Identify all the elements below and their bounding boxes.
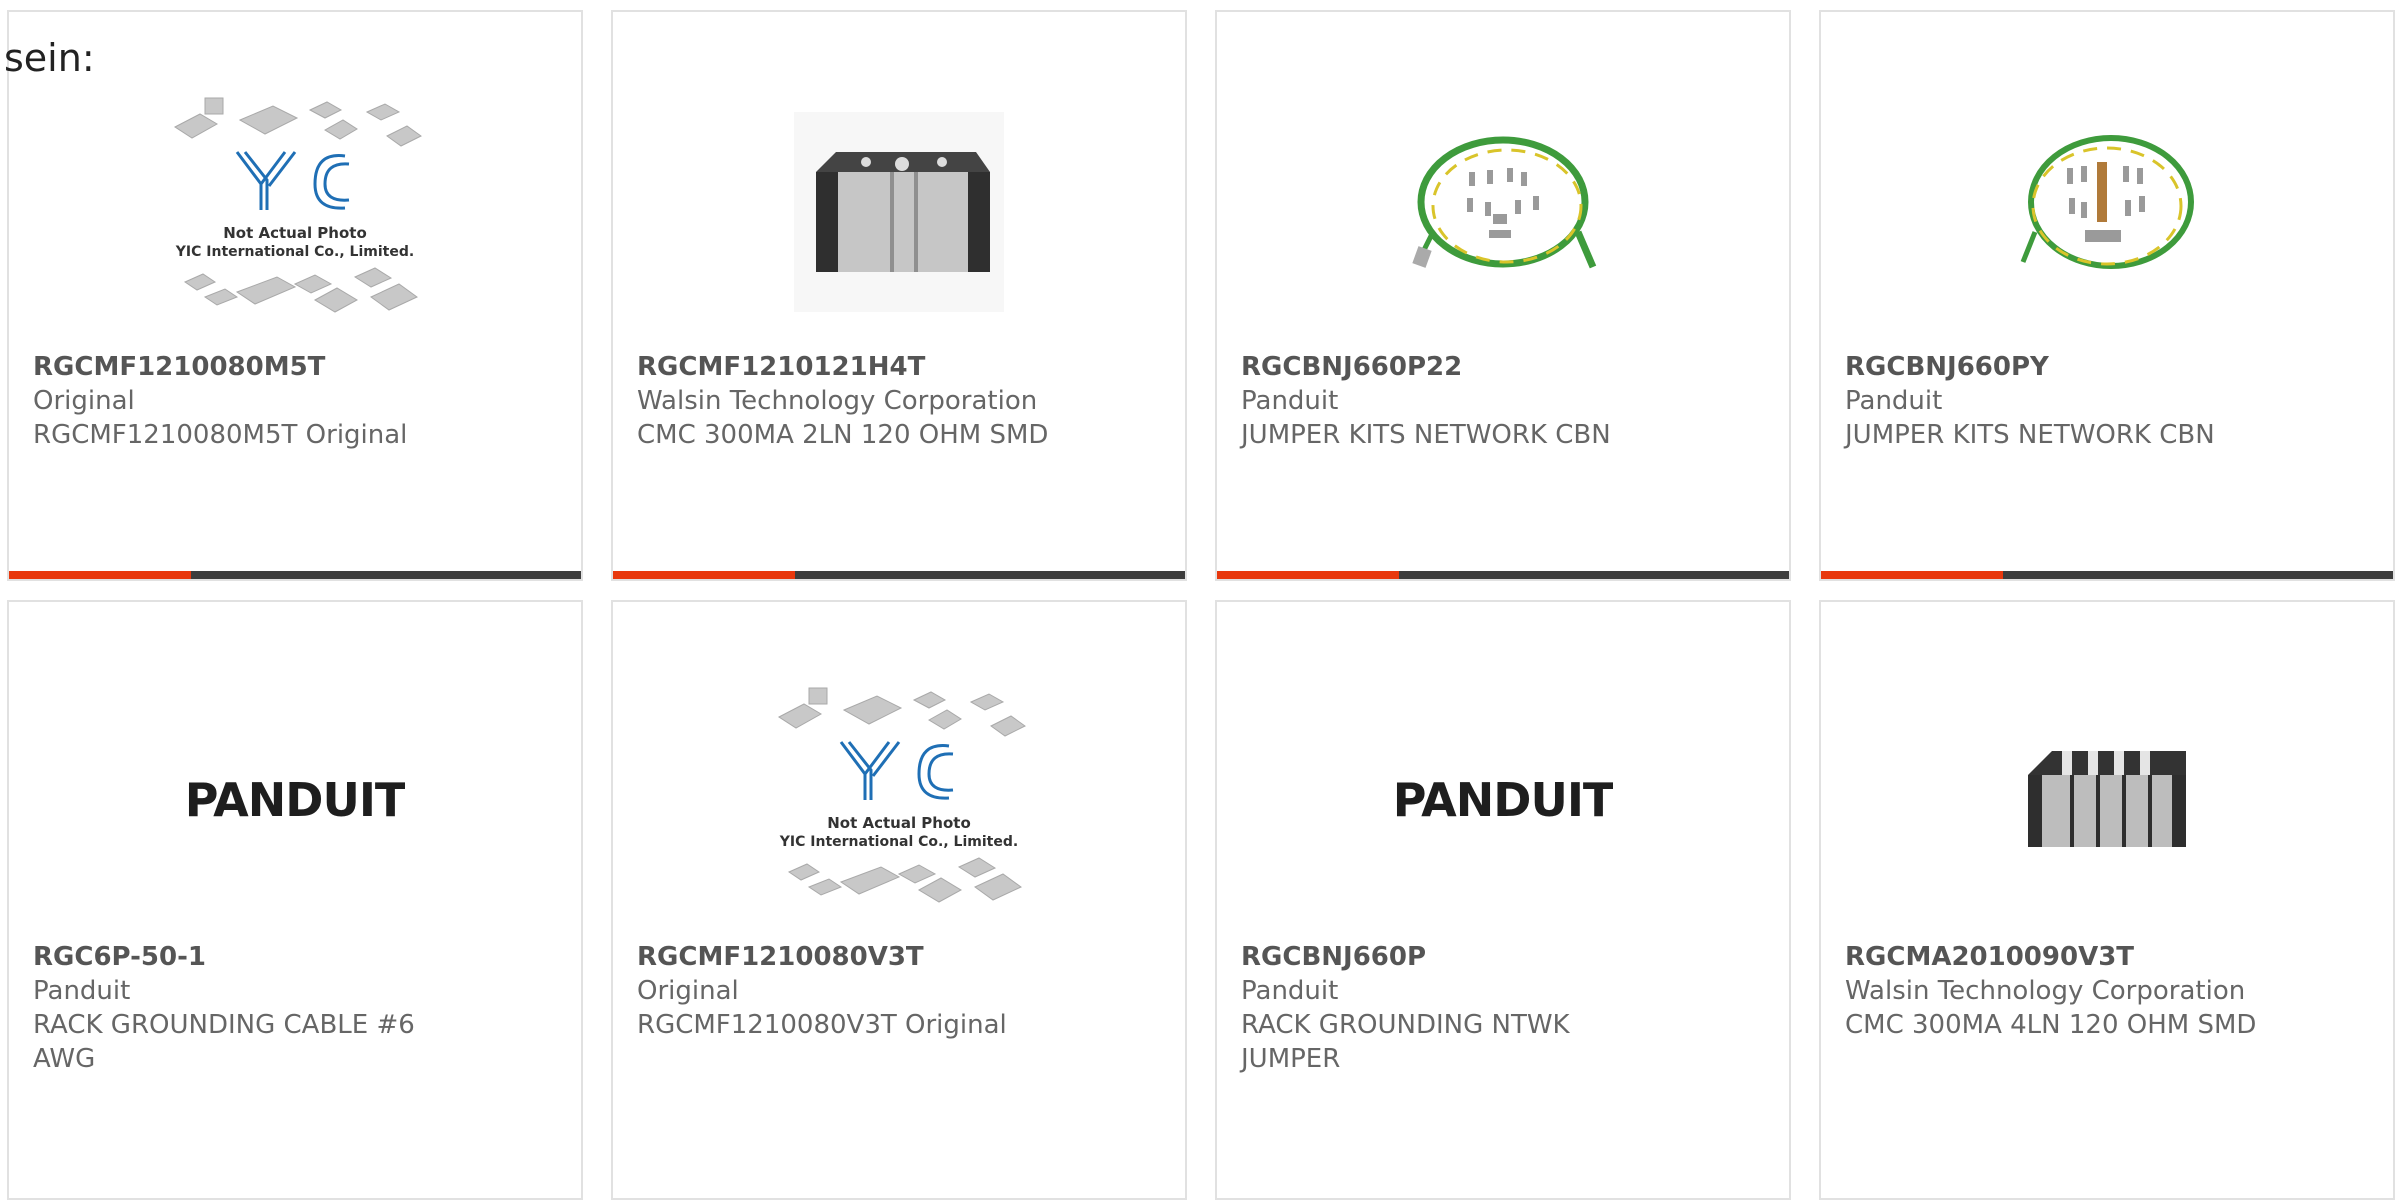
part-number[interactable]: RGCMF1210080M5T: [33, 350, 557, 384]
card-bottom-bar-accent: [1821, 571, 2003, 579]
part-number[interactable]: RGCBNJ660P22: [1241, 350, 1765, 384]
description: CMC 300MA 4LN 120 OHM SMD: [1845, 1010, 2257, 1040]
common-mode-choke-image: [794, 112, 1004, 312]
description-line1: RACK GROUNDING NTWK: [1241, 1010, 1570, 1040]
product-image[interactable]: PANDUIT: [9, 657, 581, 947]
manufacturer: Panduit: [1241, 386, 1339, 416]
grounding-cable-kit-image: [2020, 135, 2194, 269]
manufacturer: Panduit: [1845, 386, 1943, 416]
product-image[interactable]: [613, 67, 1185, 357]
grounding-cable-kit-image: [1412, 136, 1597, 269]
product-card[interactable]: Not Actual Photo YIC International Co., …: [611, 600, 1187, 1200]
product-card[interactable]: Not Actual Photo YIC International Co., …: [7, 10, 583, 581]
panduit-logo-text: PANDUIT: [185, 773, 405, 827]
manufacturer: Panduit: [1241, 976, 1339, 1006]
description: JUMPER KITS NETWORK CBN: [1845, 420, 2215, 450]
manufacturer: Original: [637, 976, 739, 1006]
product-card[interactable]: RGCMA2010090V3T Walsin Technology Corpor…: [1819, 600, 2395, 1200]
product-card[interactable]: RGCMF1210121H4T Walsin Technology Corpor…: [611, 10, 1187, 581]
product-card[interactable]: RGCBNJ660P22 Panduit JUMPER KITS NETWORK…: [1215, 10, 1791, 581]
card-bottom-bar-accent: [613, 571, 795, 579]
intro-text: sein:: [4, 36, 95, 80]
image-caption-line1: Not Actual Photo: [223, 224, 367, 242]
part-number[interactable]: RGCMF1210121H4T: [637, 350, 1161, 384]
image-caption-line2: YIC International Co., Limited.: [175, 244, 414, 260]
product-card[interactable]: RGCBNJ660PY Panduit JUMPER KITS NETWORK …: [1819, 10, 2395, 581]
product-card[interactable]: PANDUIT RGC6P-50-1 Panduit RACK GROUNDIN…: [7, 600, 583, 1200]
product-info: RGCMA2010090V3T Walsin Technology Corpor…: [1845, 940, 2369, 1042]
product-image-placeholder[interactable]: Not Actual Photo YIC International Co., …: [9, 67, 581, 357]
product-image[interactable]: PANDUIT: [1217, 657, 1789, 947]
yic-placeholder-image: Not Actual Photo YIC International Co., …: [778, 687, 1026, 903]
description: CMC 300MA 2LN 120 OHM SMD: [637, 420, 1049, 450]
manufacturer: Walsin Technology Corporation: [637, 386, 1038, 416]
product-image-placeholder[interactable]: Not Actual Photo YIC International Co., …: [613, 657, 1185, 947]
panduit-logo: PANDUIT: [1393, 773, 1613, 827]
card-bottom-bar-accent: [9, 571, 191, 579]
common-mode-choke-image: [2028, 751, 2186, 847]
description-line2: JUMPER: [1241, 1044, 1341, 1074]
manufacturer: Walsin Technology Corporation: [1845, 976, 2246, 1006]
part-number[interactable]: RGC6P-50-1: [33, 940, 557, 974]
part-number[interactable]: RGCMF1210080V3T: [637, 940, 1161, 974]
image-caption-line2: YIC International Co., Limited.: [779, 834, 1018, 850]
product-info: RGC6P-50-1 Panduit RACK GROUNDING CABLE …: [33, 940, 557, 1076]
description-line1: RACK GROUNDING CABLE #6: [33, 1010, 415, 1040]
product-card[interactable]: PANDUIT RGCBNJ660P Panduit RACK GROUNDIN…: [1215, 600, 1791, 1200]
product-image[interactable]: [1821, 657, 2393, 947]
product-info: RGCMF1210121H4T Walsin Technology Corpor…: [637, 350, 1161, 452]
card-bottom-bar-accent: [1217, 571, 1399, 579]
panduit-logo-text: PANDUIT: [1393, 773, 1613, 827]
product-info: RGCMF1210080M5T Original RGCMF1210080M5T…: [33, 350, 557, 452]
description: RGCMF1210080M5T Original: [33, 420, 408, 450]
part-number[interactable]: RGCBNJ660P: [1241, 940, 1765, 974]
product-info: RGCBNJ660P Panduit RACK GROUNDING NTWK J…: [1241, 940, 1765, 1076]
description: JUMPER KITS NETWORK CBN: [1241, 420, 1611, 450]
product-info: RGCBNJ660PY Panduit JUMPER KITS NETWORK …: [1845, 350, 2369, 452]
product-image[interactable]: [1821, 67, 2393, 357]
card-bottom-bar: [9, 571, 581, 579]
description: RGCMF1210080V3T Original: [637, 1010, 1007, 1040]
panduit-logo: PANDUIT: [185, 773, 405, 827]
product-info: RGCMF1210080V3T Original RGCMF1210080V3T…: [637, 940, 1161, 1042]
manufacturer: Panduit: [33, 976, 131, 1006]
image-caption-line1: Not Actual Photo: [827, 814, 971, 832]
yic-placeholder-image: Not Actual Photo YIC International Co., …: [174, 97, 422, 313]
card-bottom-bar: [1821, 571, 2393, 579]
card-bottom-bar: [1217, 571, 1789, 579]
description-line2: AWG: [33, 1044, 96, 1074]
product-info: RGCBNJ660P22 Panduit JUMPER KITS NETWORK…: [1241, 350, 1765, 452]
card-bottom-bar: [613, 571, 1185, 579]
part-number[interactable]: RGCMA2010090V3T: [1845, 940, 2369, 974]
manufacturer: Original: [33, 386, 135, 416]
product-image[interactable]: [1217, 67, 1789, 357]
part-number[interactable]: RGCBNJ660PY: [1845, 350, 2369, 384]
